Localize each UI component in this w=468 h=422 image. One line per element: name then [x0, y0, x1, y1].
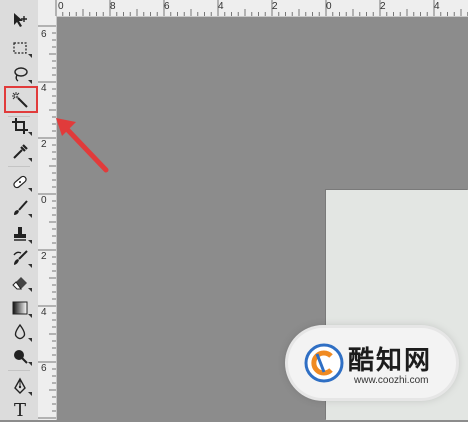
drop-icon	[14, 323, 26, 340]
ruler-label: 6	[164, 1, 170, 12]
ruler-label: 4	[41, 307, 47, 318]
eraser-tool[interactable]	[7, 270, 33, 294]
stamp-icon	[14, 227, 26, 241]
ruler-label: 0	[41, 195, 47, 206]
tool-flyout-indicator	[28, 288, 32, 292]
pen-tool[interactable]	[7, 374, 33, 398]
tool-flyout-indicator	[28, 240, 32, 244]
gradient-icon	[12, 301, 28, 315]
tool-flyout-indicator	[28, 362, 32, 366]
gradient-tool[interactable]	[7, 296, 33, 320]
tool-flyout-indicator	[28, 338, 32, 342]
horizontal-ruler: 0 8 6 4 2 0 2 4	[38, 0, 468, 17]
tool-flyout-indicator	[28, 132, 32, 136]
toolbar-separator	[8, 166, 30, 167]
history-brush-icon	[13, 250, 28, 265]
clone-stamp-tool[interactable]	[7, 222, 33, 246]
vertical-ruler: 6 4 2 0 2 4 6	[38, 16, 57, 420]
bandage-icon	[13, 175, 27, 189]
watermark-title: 酷知网	[348, 346, 433, 376]
dodge-icon	[14, 350, 28, 364]
tool-flyout-indicator	[28, 80, 32, 84]
ruler-label: 6	[41, 29, 47, 40]
ruler-label: 6	[41, 363, 47, 374]
tools-panel: T	[0, 0, 39, 422]
ruler-label: 4	[41, 83, 47, 94]
eraser-icon	[12, 277, 27, 290]
ruler-ticks	[55, 0, 468, 16]
tool-flyout-indicator	[28, 214, 32, 218]
lasso-icon	[14, 67, 28, 82]
ruler-label: 2	[380, 1, 386, 12]
healing-brush-tool[interactable]	[7, 170, 33, 194]
lasso-tool[interactable]	[7, 62, 33, 86]
ruler-label: 0	[326, 1, 332, 12]
eyedropper-icon	[13, 144, 28, 159]
brush-icon	[14, 200, 28, 215]
blur-tool[interactable]	[7, 320, 33, 344]
magic-wand-tool[interactable]	[7, 88, 33, 112]
pen-icon	[14, 377, 26, 394]
history-brush-tool[interactable]	[7, 246, 33, 270]
ruler-label: 0	[58, 1, 64, 12]
watermark-logo-icon	[304, 343, 344, 383]
brush-tool[interactable]	[7, 196, 33, 220]
tool-flyout-indicator	[28, 314, 32, 318]
ruler-label: 4	[434, 1, 440, 12]
crop-tool[interactable]	[7, 114, 33, 138]
rect-marquee-icon	[13, 42, 27, 54]
magic-wand-icon	[12, 92, 28, 108]
move-tool[interactable]	[7, 8, 33, 32]
ruler-label: 4	[218, 1, 224, 12]
marquee-tool[interactable]	[7, 36, 33, 60]
ruler-label: 8	[110, 1, 116, 12]
annotation-arrow	[56, 118, 109, 173]
tool-flyout-indicator	[28, 392, 32, 396]
watermark-url: www.coozhi.com	[354, 375, 429, 386]
tool-flyout-indicator	[28, 54, 32, 58]
ruler-label: 2	[272, 1, 278, 12]
ruler-label: 2	[41, 251, 47, 262]
dodge-tool[interactable]	[7, 344, 33, 368]
tool-flyout-indicator	[28, 264, 32, 268]
toolbar-separator	[8, 370, 30, 371]
crop-icon	[12, 118, 28, 134]
type-tool[interactable]: T	[7, 398, 33, 422]
tool-flyout-indicator	[28, 158, 32, 162]
move-icon	[14, 13, 27, 27]
ruler-label: 2	[41, 139, 47, 150]
ruler-ticks	[38, 25, 56, 419]
watermark: 酷知网 www.coozhi.com	[288, 328, 456, 398]
tool-flyout-indicator	[28, 188, 32, 192]
type-icon: T	[13, 399, 26, 421]
eyedropper-tool[interactable]	[7, 140, 33, 164]
